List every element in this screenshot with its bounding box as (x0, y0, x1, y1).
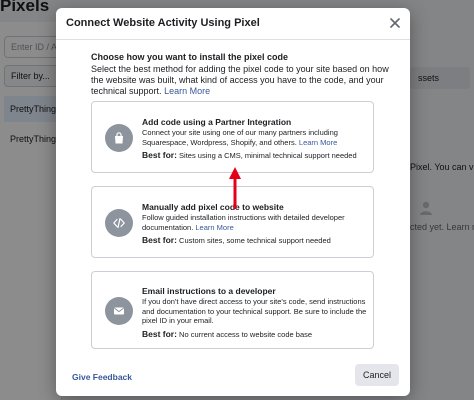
best-for-label: Best for: (142, 235, 177, 245)
best-for-label: Best for: (142, 328, 177, 339)
dialog-title: Connect Website Activity Using Pixel (66, 17, 260, 29)
best-for-label: Best for: (142, 150, 177, 160)
intro-learn-more-link[interactable]: Learn More (164, 86, 210, 96)
option-partner-integration[interactable]: Add code using a Partner Integration Con… (91, 101, 374, 173)
option-description: If you don't have direct access to your … (142, 297, 367, 325)
option-body: Add code using a Partner Integration Con… (142, 117, 367, 161)
cancel-button[interactable]: Cancel (355, 364, 399, 386)
intro-text: Select the best method for adding the pi… (91, 64, 391, 97)
close-icon (390, 17, 400, 28)
envelope-icon (105, 297, 133, 325)
option-desc-text: Follow guided installation instructions … (142, 213, 345, 232)
option-best-for: Best for: Custom sites, some technical s… (142, 235, 367, 246)
best-for-text: No current access to website code base (179, 329, 313, 339)
option-title: Add code using a Partner Integration (142, 117, 292, 127)
intro-description: Select the best method for adding the pi… (91, 64, 389, 96)
dialog-header: Connect Website Activity Using Pixel (56, 8, 410, 40)
intro-section: Choose how you want to install the pixel… (91, 52, 391, 97)
option-body: Email instructions to a developer If you… (142, 286, 367, 340)
shopping-bag-icon (105, 124, 133, 152)
option-description: Follow guided installation instructions … (142, 213, 367, 232)
best-for-text: Custom sites, some technical support nee… (179, 236, 331, 245)
option-learn-more-link[interactable]: Learn More (299, 138, 337, 147)
give-feedback-link[interactable]: Give Feedback (72, 372, 132, 382)
option-description: Connect your site using one of our many … (142, 128, 367, 147)
option-body: Manually add pixel code to website Follo… (142, 202, 367, 246)
connect-pixel-dialog: Connect Website Activity Using Pixel Cho… (56, 8, 410, 396)
option-best-for: Best for: Sites using a CMS, minimal tec… (142, 150, 367, 161)
option-email-developer[interactable]: Email instructions to a developer If you… (91, 271, 374, 349)
option-title: Manually add pixel code to website (142, 202, 284, 212)
red-arrow-annotation (229, 167, 241, 209)
option-learn-more-link[interactable]: Learn More (195, 223, 233, 232)
close-button[interactable] (386, 14, 404, 32)
option-best-for: Best for: No current access to website c… (142, 329, 367, 340)
code-icon (105, 209, 133, 237)
option-title: Email instructions to a developer (142, 286, 276, 296)
intro-heading: Choose how you want to install the pixel… (91, 52, 289, 62)
best-for-text: Sites using a CMS, minimal technical sup… (179, 151, 357, 160)
